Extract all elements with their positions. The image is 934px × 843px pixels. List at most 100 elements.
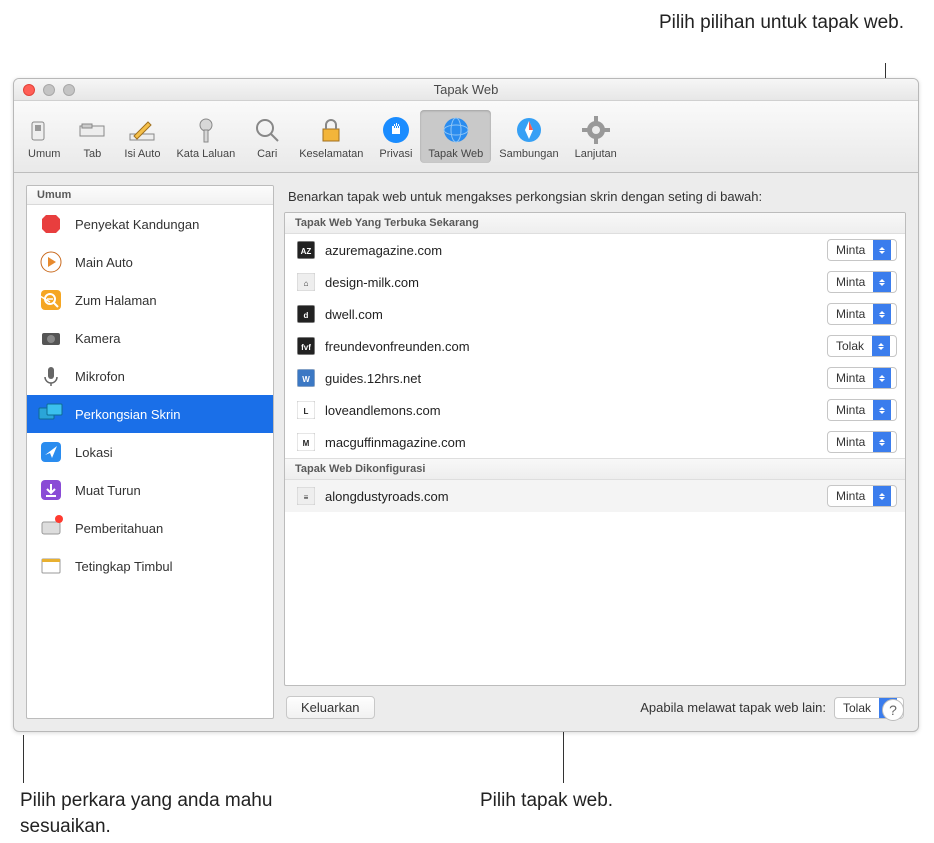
site-permission-dropdown[interactable]: Minta — [827, 399, 897, 421]
screens-icon — [37, 403, 65, 425]
dropdown-label: Tolak — [828, 339, 872, 353]
hand-icon — [380, 114, 412, 146]
site-permission-dropdown[interactable]: Tolak — [827, 335, 897, 357]
dropdown-label: Minta — [828, 371, 873, 385]
toolbar-label: Kata Laluan — [176, 148, 235, 160]
toolbar-keselamatan[interactable]: Keselamatan — [291, 110, 371, 163]
notification-badge-icon — [55, 515, 63, 523]
site-permission-dropdown[interactable]: Minta — [827, 239, 897, 261]
gear-icon — [580, 114, 612, 146]
toolbar-label: Umum — [28, 148, 60, 160]
sidebar-item-downloads[interactable]: Muat Turun — [27, 471, 273, 509]
svg-text:⌂: ⌂ — [304, 279, 309, 288]
sidebar-item-label: Penyekat Kandungan — [75, 217, 199, 232]
toolbar: Umum Tab Isi Auto Kata Laluan Cari Kesel… — [14, 101, 918, 173]
site-row[interactable]: W guides.12hrs.net Minta — [285, 362, 905, 394]
toolbar-tab[interactable]: Tab — [68, 110, 116, 163]
site-permission-dropdown[interactable]: Minta — [827, 485, 897, 507]
toolbar-sambungan[interactable]: Sambungan — [491, 110, 566, 163]
search-icon — [251, 114, 283, 146]
site-permission-dropdown[interactable]: Minta — [827, 367, 897, 389]
sidebar-item-popups[interactable]: Tetingkap Timbul — [27, 547, 273, 585]
zoom-icon — [37, 289, 65, 311]
site-row[interactable]: ⌂ design-milk.com Minta — [285, 266, 905, 298]
svg-text:d: d — [304, 311, 309, 320]
sidebar-item-autoplay[interactable]: Main Auto — [27, 243, 273, 281]
site-name: design-milk.com — [325, 275, 817, 290]
svg-text:M: M — [303, 439, 310, 448]
favicon-icon: M — [297, 433, 315, 451]
dropdown-label: Minta — [828, 243, 873, 257]
sidebar-item-camera[interactable]: Kamera — [27, 319, 273, 357]
chevron-updown-icon — [873, 432, 891, 452]
sidebar-item-label: Pemberitahuan — [75, 521, 163, 536]
toolbar-lanjutan[interactable]: Lanjutan — [567, 110, 625, 163]
chevron-updown-icon — [873, 240, 891, 260]
site-name: guides.12hrs.net — [325, 371, 817, 386]
sidebar-header: Umum — [27, 186, 273, 205]
dropdown-label: Minta — [828, 307, 873, 321]
switch-icon — [28, 114, 60, 146]
favicon-icon: fvf — [297, 337, 315, 355]
site-name: freundevonfreunden.com — [325, 339, 817, 354]
toolbar-isi-auto[interactable]: Isi Auto — [116, 110, 168, 163]
toolbar-umum[interactable]: Umum — [20, 110, 68, 163]
site-row[interactable]: d dwell.com Minta — [285, 298, 905, 330]
toolbar-tapak-web[interactable]: Tapak Web — [420, 110, 491, 163]
toolbar-label: Keselamatan — [299, 148, 363, 160]
site-permission-dropdown[interactable]: Minta — [827, 431, 897, 453]
toolbar-privasi[interactable]: Privasi — [371, 110, 420, 163]
sidebar-item-zoom[interactable]: Zum Halaman — [27, 281, 273, 319]
sidebar-item-label: Zum Halaman — [75, 293, 157, 308]
toolbar-label: Lanjutan — [575, 148, 617, 160]
toolbar-cari[interactable]: Cari — [243, 110, 291, 163]
sidebar-item-label: Mikrofon — [75, 369, 125, 384]
favicon-icon: d — [297, 305, 315, 323]
site-row[interactable]: M macguffinmagazine.com Minta — [285, 426, 905, 458]
site-row[interactable]: ≡ alongdustyroads.com Minta — [285, 480, 905, 512]
favicon-icon: ≡ — [297, 487, 315, 505]
callout-top-right: Pilih pilihan untuk tapak web. — [659, 10, 904, 36]
site-row[interactable]: fvf freundevonfreunden.com Tolak — [285, 330, 905, 362]
favicon-icon: L — [297, 401, 315, 419]
preferences-window: Tapak Web Umum Tab Isi Auto Kata Laluan … — [13, 78, 919, 732]
callout-bottom-left: Pilih perkara yang anda mahu sesuaikan. — [20, 788, 280, 839]
main-description: Benarkan tapak web untuk mengakses perko… — [284, 185, 906, 212]
bottom-bar: Keluarkan Apabila melawat tapak web lain… — [284, 686, 906, 719]
dropdown-label: Minta — [828, 403, 873, 417]
chevron-updown-icon — [873, 486, 891, 506]
download-icon — [37, 479, 65, 501]
site-row[interactable]: AZ azuremagazine.com Minta — [285, 234, 905, 266]
toolbar-label: Sambungan — [499, 148, 558, 160]
toolbar-kata-laluan[interactable]: Kata Laluan — [168, 110, 243, 163]
play-icon — [37, 251, 65, 273]
tab-icon — [76, 114, 108, 146]
sidebar-item-label: Perkongsian Skrin — [75, 407, 181, 422]
sidebar-item-screen-sharing[interactable]: Perkongsian Skrin — [27, 395, 273, 433]
toolbar-label: Tapak Web — [428, 148, 483, 160]
sidebar-item-location[interactable]: Lokasi — [27, 433, 273, 471]
site-name: dwell.com — [325, 307, 817, 322]
main-panel: Benarkan tapak web untuk mengakses perko… — [284, 185, 906, 719]
sidebar: Umum Penyekat Kandungan Main Auto Zum Ha… — [26, 185, 274, 719]
sidebar-item-content-blocker[interactable]: Penyekat Kandungan — [27, 205, 273, 243]
site-permission-dropdown[interactable]: Minta — [827, 271, 897, 293]
stop-icon — [37, 213, 65, 235]
window-icon — [37, 555, 65, 577]
favicon-icon: W — [297, 369, 315, 387]
site-permission-dropdown[interactable]: Minta — [827, 303, 897, 325]
site-row[interactable]: L loveandlemons.com Minta — [285, 394, 905, 426]
sidebar-item-label: Main Auto — [75, 255, 133, 270]
remove-button[interactable]: Keluarkan — [286, 696, 375, 719]
help-button[interactable]: ? — [882, 699, 904, 721]
section-header-configured: Tapak Web Dikonfigurasi — [285, 458, 905, 480]
sidebar-item-notifications[interactable]: Pemberitahuan — [27, 509, 273, 547]
key-icon — [190, 114, 222, 146]
svg-text:fvf: fvf — [301, 343, 311, 352]
sidebar-item-microphone[interactable]: Mikrofon — [27, 357, 273, 395]
dropdown-label: Minta — [828, 435, 873, 449]
dropdown-label: Tolak — [835, 701, 879, 715]
site-name: azuremagazine.com — [325, 243, 817, 258]
sidebar-item-label: Lokasi — [75, 445, 113, 460]
lock-icon — [315, 114, 347, 146]
